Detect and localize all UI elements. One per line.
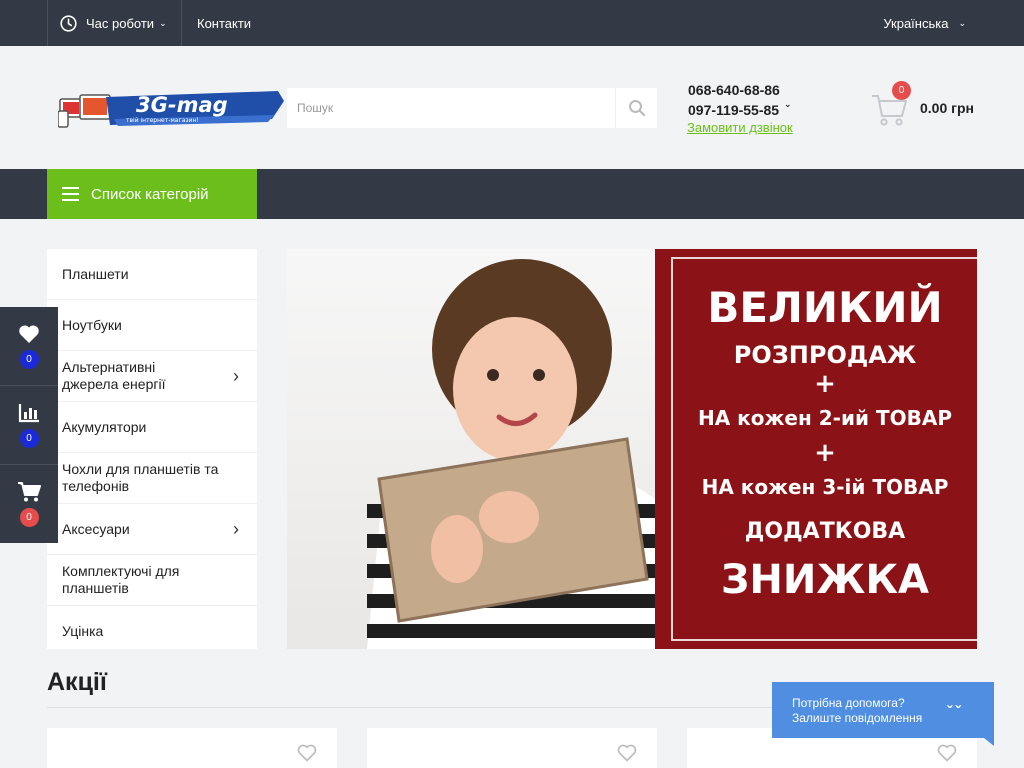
banner-plus: +	[814, 438, 836, 468]
category-label: Акумулятори	[62, 418, 147, 435]
categories-menu-label: Список категорій	[91, 185, 209, 203]
chat-dots-icon: ˇˇ	[947, 704, 964, 721]
chevron-down-icon: ⌄	[159, 17, 167, 28]
category-label: Планшети	[62, 265, 129, 282]
logo-tagline: твій інтернет-магазин!	[126, 117, 199, 124]
working-hours-dropdown[interactable]: Час роботи ⌄	[47, 0, 182, 46]
search-box	[287, 88, 657, 128]
category-item[interactable]: Планшети	[47, 249, 257, 300]
category-item[interactable]: Альтернативні джерела енергії ›	[47, 351, 257, 402]
side-cart-count-badge: 0	[19, 508, 39, 527]
floating-side-panel: 0 0 0	[0, 307, 58, 543]
category-item[interactable]: Комплектуючі для планшетів	[47, 555, 257, 606]
product-card[interactable]	[367, 728, 657, 768]
category-item[interactable]: Ноутбуки	[47, 300, 257, 351]
category-label: Ноутбуки	[62, 316, 122, 333]
chevron-down-icon: ⌄	[784, 99, 792, 109]
category-label: Чохли для планшетів та телефонів	[62, 461, 219, 494]
category-label: Аксесуари	[62, 520, 130, 537]
wishlist-button[interactable]: 0	[0, 307, 58, 386]
chevron-right-icon: ›	[233, 365, 239, 386]
help-title: Потрібна допомога?	[792, 696, 905, 710]
banner-headline: ЗНИЖКА	[721, 557, 929, 603]
banner-text: НА кожен 3-ій ТОВАР	[701, 475, 949, 499]
help-subtitle: Залиште повідомлення	[792, 711, 923, 725]
chevron-down-icon: ⌄	[958, 17, 966, 28]
nav-bar: Список категорій	[0, 169, 1024, 219]
heart-outline-icon[interactable]	[937, 744, 957, 762]
logo-text: 3G-mag	[136, 93, 228, 117]
wishlist-count-badge: 0	[19, 349, 39, 369]
sale-panel: ВЕЛИКИЙ РОЗПРОДАЖ + НА кожен 2-ий ТОВАР …	[655, 249, 977, 649]
phone-number-1[interactable]: 068-640-68-86	[688, 80, 780, 100]
banner-text: НА кожен 2-ий ТОВАР	[698, 406, 952, 430]
header: 3G-mag твій інтернет-магазин! 068-640-68…	[0, 46, 1024, 169]
category-item[interactable]: Акумулятори	[47, 402, 257, 453]
language-label: Українська	[883, 15, 949, 31]
categories-menu-button[interactable]: Список категорій	[47, 169, 257, 219]
category-label: Альтернативні джерела енергії	[62, 359, 166, 392]
site-logo[interactable]: 3G-mag твій інтернет-магазин!	[58, 89, 284, 129]
compare-button[interactable]: 0	[0, 386, 58, 465]
banner-plus: +	[814, 369, 836, 399]
category-label: Уцінка	[62, 623, 104, 639]
category-label: Комплектуючі для планшетів	[62, 563, 180, 596]
working-hours-label: Час роботи	[86, 15, 155, 31]
header-cart[interactable]: 0 0.00 грн	[870, 81, 980, 128]
promotions-heading: Акції	[47, 668, 107, 696]
clock-icon	[60, 14, 77, 32]
bar-chart-icon	[18, 403, 39, 422]
compare-count-badge: 0	[19, 428, 39, 448]
search-icon	[628, 100, 645, 117]
phone-number-2[interactable]: 097-119-55-85	[688, 100, 780, 120]
heart-outline-icon[interactable]	[617, 744, 637, 762]
hamburger-icon	[62, 187, 79, 201]
cart-total: 0.00 грн	[920, 100, 974, 116]
search-input[interactable]	[287, 88, 615, 128]
help-chat-widget[interactable]: Потрібна допомога? Залиште повідомлення …	[772, 682, 994, 746]
promo-banner[interactable]: ВЕЛИКИЙ РОЗПРОДАЖ + НА кожен 2-ий ТОВАР …	[287, 249, 977, 649]
side-cart-button[interactable]: 0	[0, 465, 58, 544]
banner-text: ДОДАТКОВА	[744, 519, 906, 544]
language-selector[interactable]: Українська ⌄	[883, 0, 966, 46]
banner-headline: ВЕЛИКИЙ	[707, 283, 943, 332]
chevron-right-icon: ›	[233, 518, 239, 539]
phone-numbers[interactable]: 068-640-68-86 097-119-55-85 ⌄	[688, 80, 792, 120]
widget-tail	[984, 738, 994, 746]
product-card[interactable]	[47, 728, 337, 768]
category-item[interactable]: Аксесуари ›	[47, 504, 257, 555]
top-bar: Час роботи ⌄ Контакти Українська ⌄	[0, 0, 1024, 46]
category-item[interactable]: Уцінка	[47, 606, 257, 657]
banner-photo	[287, 249, 655, 649]
request-callback-link[interactable]: Замовити дзвінок	[687, 120, 793, 135]
girl-with-tablet-image	[367, 259, 655, 649]
banner-text: РОЗПРОДАЖ	[733, 341, 917, 369]
cart-icon	[18, 482, 41, 502]
heart-outline-icon[interactable]	[297, 744, 317, 762]
category-list: Планшети Ноутбуки Альтернативні джерела …	[47, 249, 257, 649]
heart-icon	[19, 324, 39, 343]
cart-count-badge: 0	[892, 81, 911, 100]
category-item[interactable]: Чохли для планшетів та телефонів	[47, 453, 257, 504]
contacts-link[interactable]: Контакти	[197, 0, 251, 46]
search-button[interactable]	[615, 88, 657, 128]
